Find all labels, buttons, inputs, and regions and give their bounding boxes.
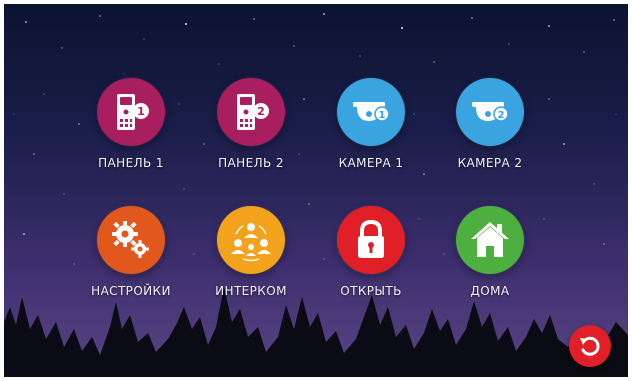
gears-icon <box>112 221 149 258</box>
camera-2-label: КАМЕРА 2 <box>457 156 523 170</box>
open-label: ОТКРЫТЬ <box>340 284 402 298</box>
padlock-icon <box>358 219 384 258</box>
camera-badge-2: 2 <box>498 110 505 121</box>
camera-2-circle: 2 <box>456 78 524 146</box>
settings-circle <box>97 206 165 274</box>
camera-1-circle: 1 <box>337 78 405 146</box>
camera-1-label: КАМЕРА 1 <box>338 156 404 170</box>
camera-2-button[interactable]: 2 КАМЕРА 2 <box>425 78 555 173</box>
home-label: ДОМА <box>470 284 510 298</box>
panel-1-circle: 1 <box>97 78 165 146</box>
open-circle <box>337 206 405 274</box>
intercom-circle <box>217 206 285 274</box>
panel-2-circle: 2 <box>217 78 285 146</box>
settings-button[interactable]: НАСТРОЙКИ <box>66 206 196 301</box>
dome-camera-2-icon: 2 <box>472 102 509 122</box>
intercom-label: ИНТЕРКОМ <box>215 284 287 298</box>
camera-1-button[interactable]: 1 КАМЕРА 1 <box>306 78 436 173</box>
home-circle <box>456 206 524 274</box>
badge-2: 2 <box>257 105 265 118</box>
intercom-people-icon <box>231 223 271 262</box>
home-icon <box>471 222 509 257</box>
dome-camera-1-icon: 1 <box>353 102 390 122</box>
intercom-button[interactable]: ИНТЕРКОМ <box>186 206 316 301</box>
back-button[interactable] <box>569 325 611 367</box>
settings-label: НАСТРОЙКИ <box>91 284 171 298</box>
door-panel-1-icon: 1 <box>117 94 149 130</box>
panel-2-button[interactable]: 2 ПАНЕЛЬ 2 <box>186 78 316 173</box>
panel-1-button[interactable]: 1 ПАНЕЛЬ 1 <box>66 78 196 173</box>
home-button[interactable]: ДОМА <box>425 206 555 301</box>
badge-1: 1 <box>137 105 145 118</box>
panel-2-label: ПАНЕЛЬ 2 <box>218 156 284 170</box>
panel-1-label: ПАНЕЛЬ 1 <box>98 156 164 170</box>
camera-badge-1: 1 <box>379 110 386 121</box>
intercom-screen: 1 ПАНЕЛЬ 1 2 ПАНЕЛЬ 2 1 КАМЕРА 1 2 КАМЕР… <box>4 4 628 377</box>
back-arrow-icon <box>580 336 600 356</box>
open-button[interactable]: ОТКРЫТЬ <box>306 206 436 301</box>
door-panel-2-icon: 2 <box>237 94 269 130</box>
